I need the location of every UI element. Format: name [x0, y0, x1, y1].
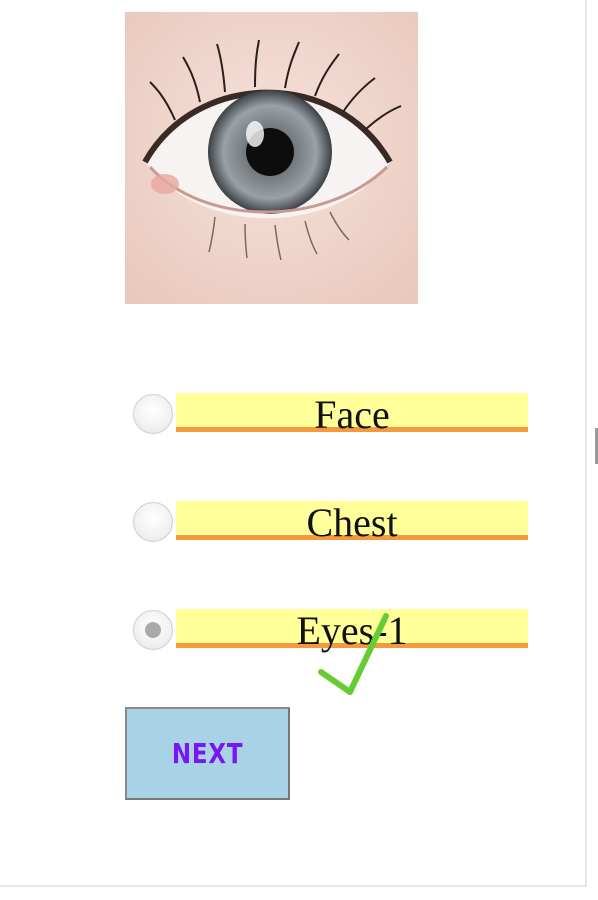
eye-image	[125, 12, 418, 304]
eye-illustration	[125, 12, 418, 304]
radio-face[interactable]	[133, 394, 173, 434]
option-chest[interactable]: Chest	[130, 500, 530, 551]
next-button-label: NEXT	[171, 737, 244, 770]
radio-chest[interactable]	[133, 502, 173, 542]
option-face[interactable]: Face	[130, 392, 530, 443]
option-label-face: Face	[314, 392, 390, 437]
checkmark-icon	[318, 613, 389, 695]
option-label-chest: Chest	[306, 500, 398, 545]
quiz-panel: Face Chest Eyes-1 NEXT	[0, 0, 587, 887]
next-button[interactable]: NEXT	[125, 707, 290, 800]
radio-eyes[interactable]	[133, 610, 173, 650]
